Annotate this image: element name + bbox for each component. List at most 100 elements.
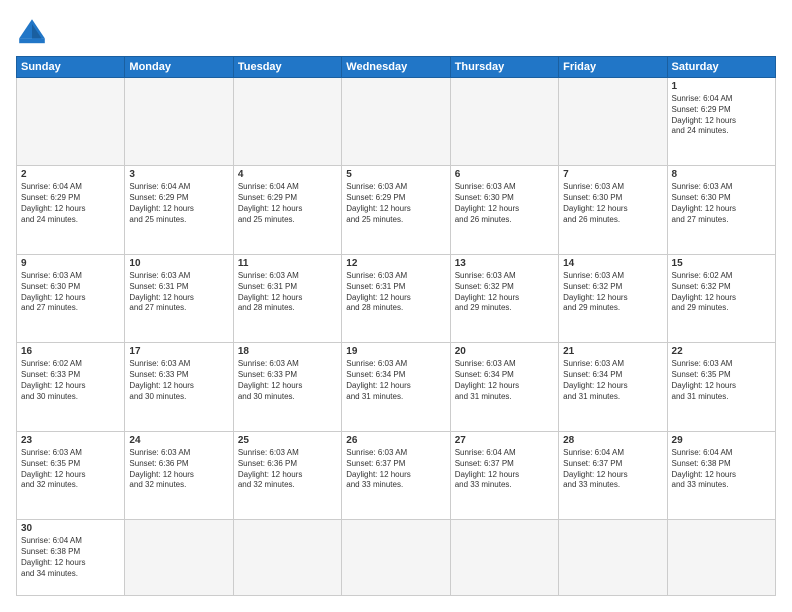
calendar-cell: 24 Sunrise: 6:03 AM Sunset: 6:36 PM Dayli…: [125, 431, 233, 519]
calendar-cell: [559, 78, 667, 166]
day-number: 24: [129, 435, 228, 446]
day-info: Sunrise: 6:03 AM Sunset: 6:29 PM Dayligh…: [346, 182, 445, 225]
day-info: Sunrise: 6:03 AM Sunset: 6:32 PM Dayligh…: [563, 271, 662, 314]
day-number: 27: [455, 435, 554, 446]
day-info: Sunrise: 6:03 AM Sunset: 6:30 PM Dayligh…: [672, 182, 771, 225]
week-row-1: 2Sunrise: 6:04 AM Sunset: 6:29 PM Daylig…: [17, 166, 776, 254]
calendar-cell: 3Sunrise: 6:04 AM Sunset: 6:29 PM Daylig…: [125, 166, 233, 254]
weekday-header-tuesday: Tuesday: [233, 57, 341, 78]
day-number: 20: [455, 346, 554, 357]
calendar-cell: 26Sunrise: 6:03 AM Sunset: 6:37 PM Dayli…: [342, 431, 450, 519]
logo-icon: [16, 16, 48, 48]
day-info: Sunrise: 6:03 AM Sunset: 6:36 PM Dayligh…: [238, 448, 337, 491]
day-info: Sunrise: 6:04 AM Sunset: 6:38 PM Dayligh…: [21, 536, 120, 579]
day-info: Sunrise: 6:04 AM Sunset: 6:37 PM Dayligh…: [563, 448, 662, 491]
day-info: Sunrise: 6:04 AM Sunset: 6:38 PM Dayligh…: [672, 448, 771, 491]
day-info: Sunrise: 6:03 AM Sunset: 6:37 PM Dayligh…: [346, 448, 445, 491]
day-number: 22: [672, 346, 771, 357]
day-info: Sunrise: 6:04 AM Sunset: 6:29 PM Dayligh…: [238, 182, 337, 225]
calendar-cell: [667, 520, 775, 596]
calendar-cell: 6Sunrise: 6:03 AM Sunset: 6:30 PM Daylig…: [450, 166, 558, 254]
day-info: Sunrise: 6:03 AM Sunset: 6:30 PM Dayligh…: [563, 182, 662, 225]
day-info: Sunrise: 6:04 AM Sunset: 6:37 PM Dayligh…: [455, 448, 554, 491]
weekday-header-friday: Friday: [559, 57, 667, 78]
calendar-cell: 2Sunrise: 6:04 AM Sunset: 6:29 PM Daylig…: [17, 166, 125, 254]
day-info: Sunrise: 6:03 AM Sunset: 6:32 PM Dayligh…: [455, 271, 554, 314]
day-info: Sunrise: 6:03 AM Sunset: 6:36 PM Dayligh…: [129, 448, 228, 491]
calendar-cell: [125, 520, 233, 596]
day-number: 6: [455, 169, 554, 180]
calendar-cell: 29 Sunrise: 6:04 AM Sunset: 6:38 PM Dayli…: [667, 431, 775, 519]
calendar-cell: [342, 520, 450, 596]
calendar-cell: 10 Sunrise: 6:03 AM Sunset: 6:31 PM Dayli…: [125, 254, 233, 342]
day-info: Sunrise: 6:03 AM Sunset: 6:31 PM Dayligh…: [238, 271, 337, 314]
day-info: Sunrise: 6:04 AM Sunset: 6:29 PM Dayligh…: [21, 182, 120, 225]
day-number: 25: [238, 435, 337, 446]
calendar-cell: 14 Sunrise: 6:03 AM Sunset: 6:32 PM Dayli…: [559, 254, 667, 342]
weekday-header-sunday: Sunday: [17, 57, 125, 78]
calendar-cell: 15Sunrise: 6:02 AM Sunset: 6:32 PM Dayli…: [667, 254, 775, 342]
day-number: 3: [129, 169, 228, 180]
calendar-cell: 22 Sunrise: 6:03 AM Sunset: 6:35 PM Dayli…: [667, 343, 775, 431]
weekday-header-wednesday: Wednesday: [342, 57, 450, 78]
calendar-cell: 19 Sunrise: 6:03 AM Sunset: 6:34 PM Dayli…: [342, 343, 450, 431]
week-row-3: 16Sunrise: 6:02 AM Sunset: 6:33 PM Dayli…: [17, 343, 776, 431]
calendar-cell: [233, 78, 341, 166]
day-number: 5: [346, 169, 445, 180]
calendar-cell: 20 Sunrise: 6:03 AM Sunset: 6:34 PM Dayli…: [450, 343, 558, 431]
day-info: Sunrise: 6:03 AM Sunset: 6:34 PM Dayligh…: [455, 359, 554, 402]
week-row-5: 30 Sunrise: 6:04 AM Sunset: 6:38 PM Dayli…: [17, 520, 776, 596]
day-info: Sunrise: 6:02 AM Sunset: 6:33 PM Dayligh…: [21, 359, 120, 402]
day-info: Sunrise: 6:03 AM Sunset: 6:33 PM Dayligh…: [238, 359, 337, 402]
weekday-header-thursday: Thursday: [450, 57, 558, 78]
day-info: Sunrise: 6:04 AM Sunset: 6:29 PM Dayligh…: [672, 94, 771, 137]
calendar-cell: 28 Sunrise: 6:04 AM Sunset: 6:37 PM Dayli…: [559, 431, 667, 519]
day-number: 18: [238, 346, 337, 357]
calendar-cell: [17, 78, 125, 166]
calendar-cell: 23 Sunrise: 6:03 AM Sunset: 6:35 PM Dayli…: [17, 431, 125, 519]
day-number: 14: [563, 258, 662, 269]
calendar-cell: 4 Sunrise: 6:04 AM Sunset: 6:29 PM Daylig…: [233, 166, 341, 254]
day-number: 13: [455, 258, 554, 269]
day-info: Sunrise: 6:03 AM Sunset: 6:34 PM Dayligh…: [346, 359, 445, 402]
calendar-cell: 1 Sunrise: 6:04 AM Sunset: 6:29 PM Daylig…: [667, 78, 775, 166]
page: SundayMondayTuesdayWednesdayThursdayFrid…: [0, 0, 792, 612]
calendar-cell: [233, 520, 341, 596]
calendar-cell: 21 Sunrise: 6:03 AM Sunset: 6:34 PM Dayli…: [559, 343, 667, 431]
calendar-cell: 25 Sunrise: 6:03 AM Sunset: 6:36 PM Dayli…: [233, 431, 341, 519]
calendar-cell: 9 Sunrise: 6:03 AM Sunset: 6:30 PM Daylig…: [17, 254, 125, 342]
calendar-cell: [125, 78, 233, 166]
day-number: 19: [346, 346, 445, 357]
day-info: Sunrise: 6:03 AM Sunset: 6:30 PM Dayligh…: [21, 271, 120, 314]
weekday-header-row: SundayMondayTuesdayWednesdayThursdayFrid…: [17, 57, 776, 78]
calendar-cell: [559, 520, 667, 596]
day-number: 8: [672, 169, 771, 180]
day-number: 29: [672, 435, 771, 446]
calendar-cell: 16Sunrise: 6:02 AM Sunset: 6:33 PM Dayli…: [17, 343, 125, 431]
day-number: 7: [563, 169, 662, 180]
logo: [16, 16, 52, 48]
day-number: 28: [563, 435, 662, 446]
day-number: 17: [129, 346, 228, 357]
calendar-cell: 27 Sunrise: 6:04 AM Sunset: 6:37 PM Dayli…: [450, 431, 558, 519]
weekday-header-saturday: Saturday: [667, 57, 775, 78]
week-row-2: 9 Sunrise: 6:03 AM Sunset: 6:30 PM Daylig…: [17, 254, 776, 342]
week-row-4: 23 Sunrise: 6:03 AM Sunset: 6:35 PM Dayli…: [17, 431, 776, 519]
day-info: Sunrise: 6:03 AM Sunset: 6:31 PM Dayligh…: [129, 271, 228, 314]
day-number: 9: [21, 258, 120, 269]
day-number: 30: [21, 523, 120, 534]
day-info: Sunrise: 6:03 AM Sunset: 6:35 PM Dayligh…: [21, 448, 120, 491]
day-info: Sunrise: 6:03 AM Sunset: 6:35 PM Dayligh…: [672, 359, 771, 402]
day-number: 21: [563, 346, 662, 357]
day-info: Sunrise: 6:03 AM Sunset: 6:33 PM Dayligh…: [129, 359, 228, 402]
calendar-cell: 13 Sunrise: 6:03 AM Sunset: 6:32 PM Dayli…: [450, 254, 558, 342]
day-number: 10: [129, 258, 228, 269]
calendar-cell: [342, 78, 450, 166]
weekday-header-monday: Monday: [125, 57, 233, 78]
day-info: Sunrise: 6:03 AM Sunset: 6:34 PM Dayligh…: [563, 359, 662, 402]
calendar: SundayMondayTuesdayWednesdayThursdayFrid…: [16, 56, 776, 596]
header: [16, 16, 776, 48]
day-number: 1: [672, 81, 771, 92]
day-number: 23: [21, 435, 120, 446]
day-number: 4: [238, 169, 337, 180]
